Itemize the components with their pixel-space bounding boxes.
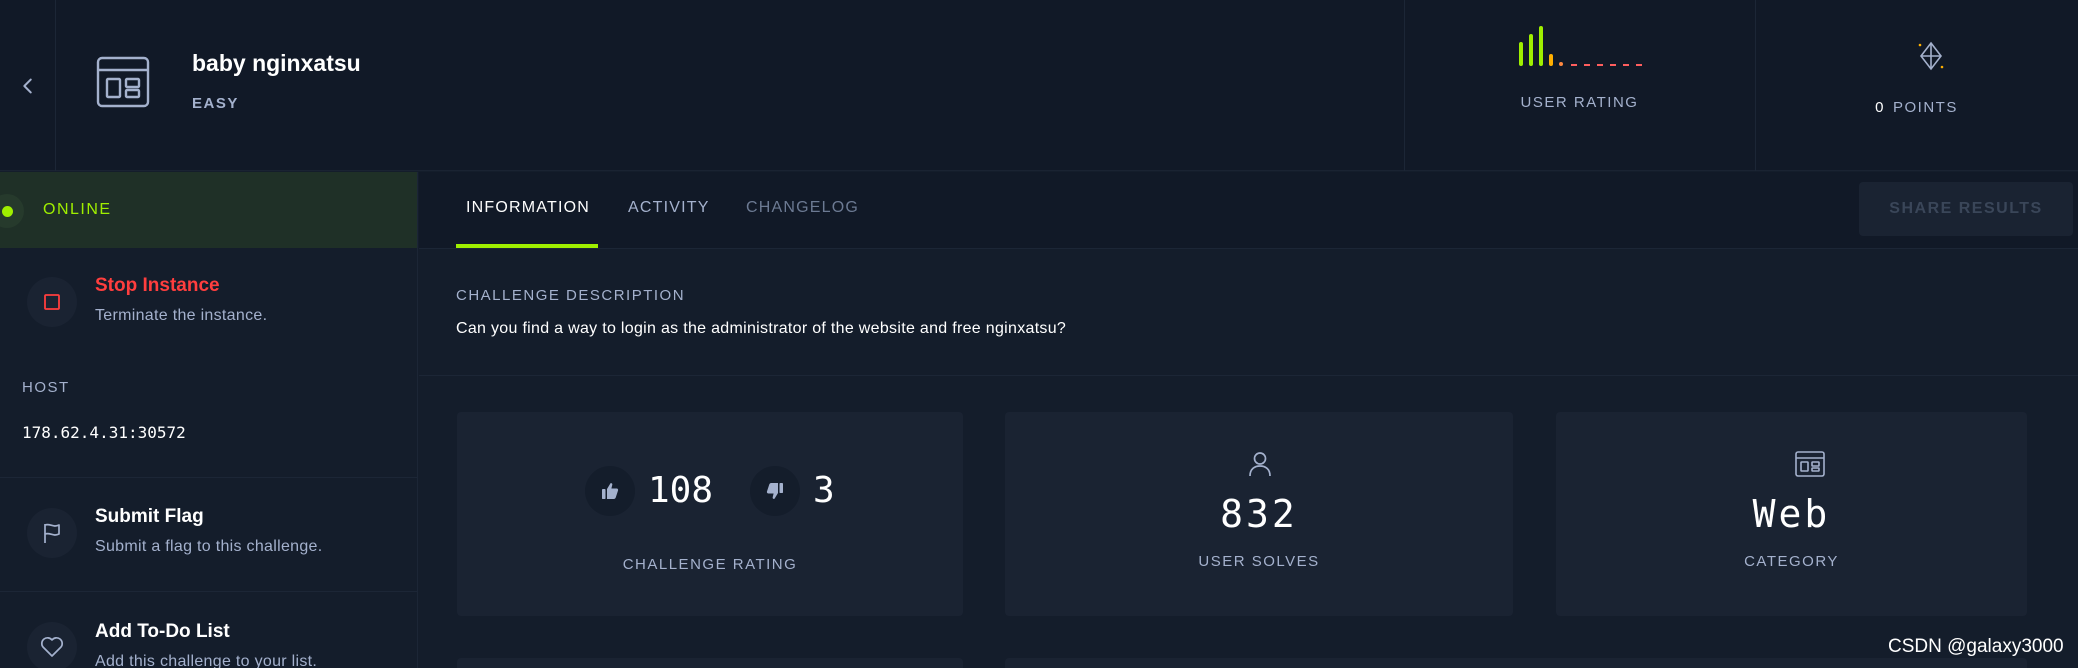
tab-bar: INFORMATION ACTIVITY CHANGELOG SHARE RES…: [419, 172, 2078, 249]
rating-bar: [1610, 64, 1616, 66]
category-value: Web: [1752, 492, 1831, 536]
header-divider: [1755, 0, 1756, 171]
rating-bar: [1597, 64, 1603, 66]
downvote-button[interactable]: [750, 466, 800, 516]
rating-bar: [1584, 64, 1590, 66]
status-indicator: [0, 194, 24, 228]
rating-bar: [1519, 42, 1523, 66]
card-partial: [1005, 658, 2027, 668]
thumbs-up-icon: [602, 483, 619, 499]
status-text: ONLINE: [43, 201, 112, 218]
description-label: CHALLENGE DESCRIPTION: [456, 287, 686, 304]
upvote-count: 108: [648, 470, 714, 511]
heart-icon: [40, 636, 64, 657]
rating-bar: [1549, 54, 1553, 66]
host-value[interactable]: 178.62.4.31:30572: [22, 423, 186, 442]
difficulty-label: EASY: [192, 95, 239, 112]
points-label: POINTS: [1893, 99, 1958, 116]
add-todo-title: Add To-Do List: [95, 621, 230, 642]
stop-instance-button[interactable]: Stop Instance Terminate the instance.: [0, 248, 417, 358]
user-solves-count: 832: [1220, 492, 1298, 536]
rating-bar: [1539, 26, 1543, 66]
downvote-count: 3: [813, 470, 835, 511]
rating-bar: [1529, 34, 1533, 66]
tab-changelog[interactable]: CHANGELOG: [746, 199, 859, 217]
points-display: 0 POINTS: [1755, 99, 2078, 116]
challenge-header: baby nginxatsu EASY USER RATING 0 POINTS: [0, 0, 2078, 171]
watermark-text: CSDN @galaxy3000: [1888, 636, 2064, 657]
submit-flag-button[interactable]: Submit Flag Submit a flag to this challe…: [0, 478, 417, 588]
rating-bar: [1636, 64, 1642, 66]
submit-flag-title: Submit Flag: [95, 506, 204, 527]
sidebar: ONLINE Stop Instance Terminate the insta…: [0, 172, 418, 668]
flag-icon: [44, 523, 60, 543]
heart-icon-wrap: [27, 622, 77, 668]
back-button[interactable]: [0, 0, 56, 171]
card-partial: [457, 658, 963, 668]
user-icon: [1249, 452, 1271, 477]
chevron-left-icon: [22, 78, 32, 93]
header-divider: [1404, 0, 1405, 171]
rating-bar: [1559, 62, 1563, 66]
user-rating-label: USER RATING: [1520, 94, 1639, 111]
description-text: Can you find a way to login as the admin…: [456, 320, 1067, 337]
rating-bar: [1623, 64, 1629, 66]
tab-activity[interactable]: ACTIVITY: [628, 199, 710, 217]
submit-flag-subtitle: Submit a flag to this challenge.: [95, 538, 323, 555]
add-todo-subtitle: Add this challenge to your list.: [95, 653, 318, 668]
web-category-icon: [96, 56, 150, 108]
active-tab-indicator: [456, 244, 598, 248]
challenge-rating-label: CHALLENGE RATING: [622, 556, 798, 573]
stop-instance-subtitle: Terminate the instance.: [95, 307, 268, 324]
add-todo-button[interactable]: Add To-Do List Add this challenge to you…: [0, 592, 417, 668]
points-icon: [1918, 41, 1944, 71]
challenge-description: CHALLENGE DESCRIPTION Can you find a way…: [419, 250, 2078, 376]
user-rating-chart: [1519, 26, 1642, 66]
tab-information[interactable]: INFORMATION: [466, 199, 590, 217]
user-solves-label: USER SOLVES: [1198, 553, 1320, 570]
host-label: HOST: [22, 379, 70, 396]
flag-icon-wrap: [27, 508, 77, 558]
challenge-title: baby nginxatsu: [192, 50, 361, 76]
stop-instance-title: Stop Instance: [95, 275, 220, 296]
stop-icon-wrap: [27, 277, 77, 327]
instance-status-bar: ONLINE: [0, 172, 417, 248]
upvote-button[interactable]: [585, 466, 635, 516]
online-dot-icon: [1, 205, 13, 217]
web-category-icon: [1795, 451, 1825, 477]
points-value: 0: [1875, 99, 1885, 116]
share-results-button[interactable]: SHARE RESULTS: [1859, 182, 2073, 236]
thumbs-down-icon: [766, 483, 783, 499]
stop-icon: [44, 294, 60, 310]
rating-bar: [1571, 64, 1577, 66]
category-label: CATEGORY: [1744, 553, 1839, 570]
